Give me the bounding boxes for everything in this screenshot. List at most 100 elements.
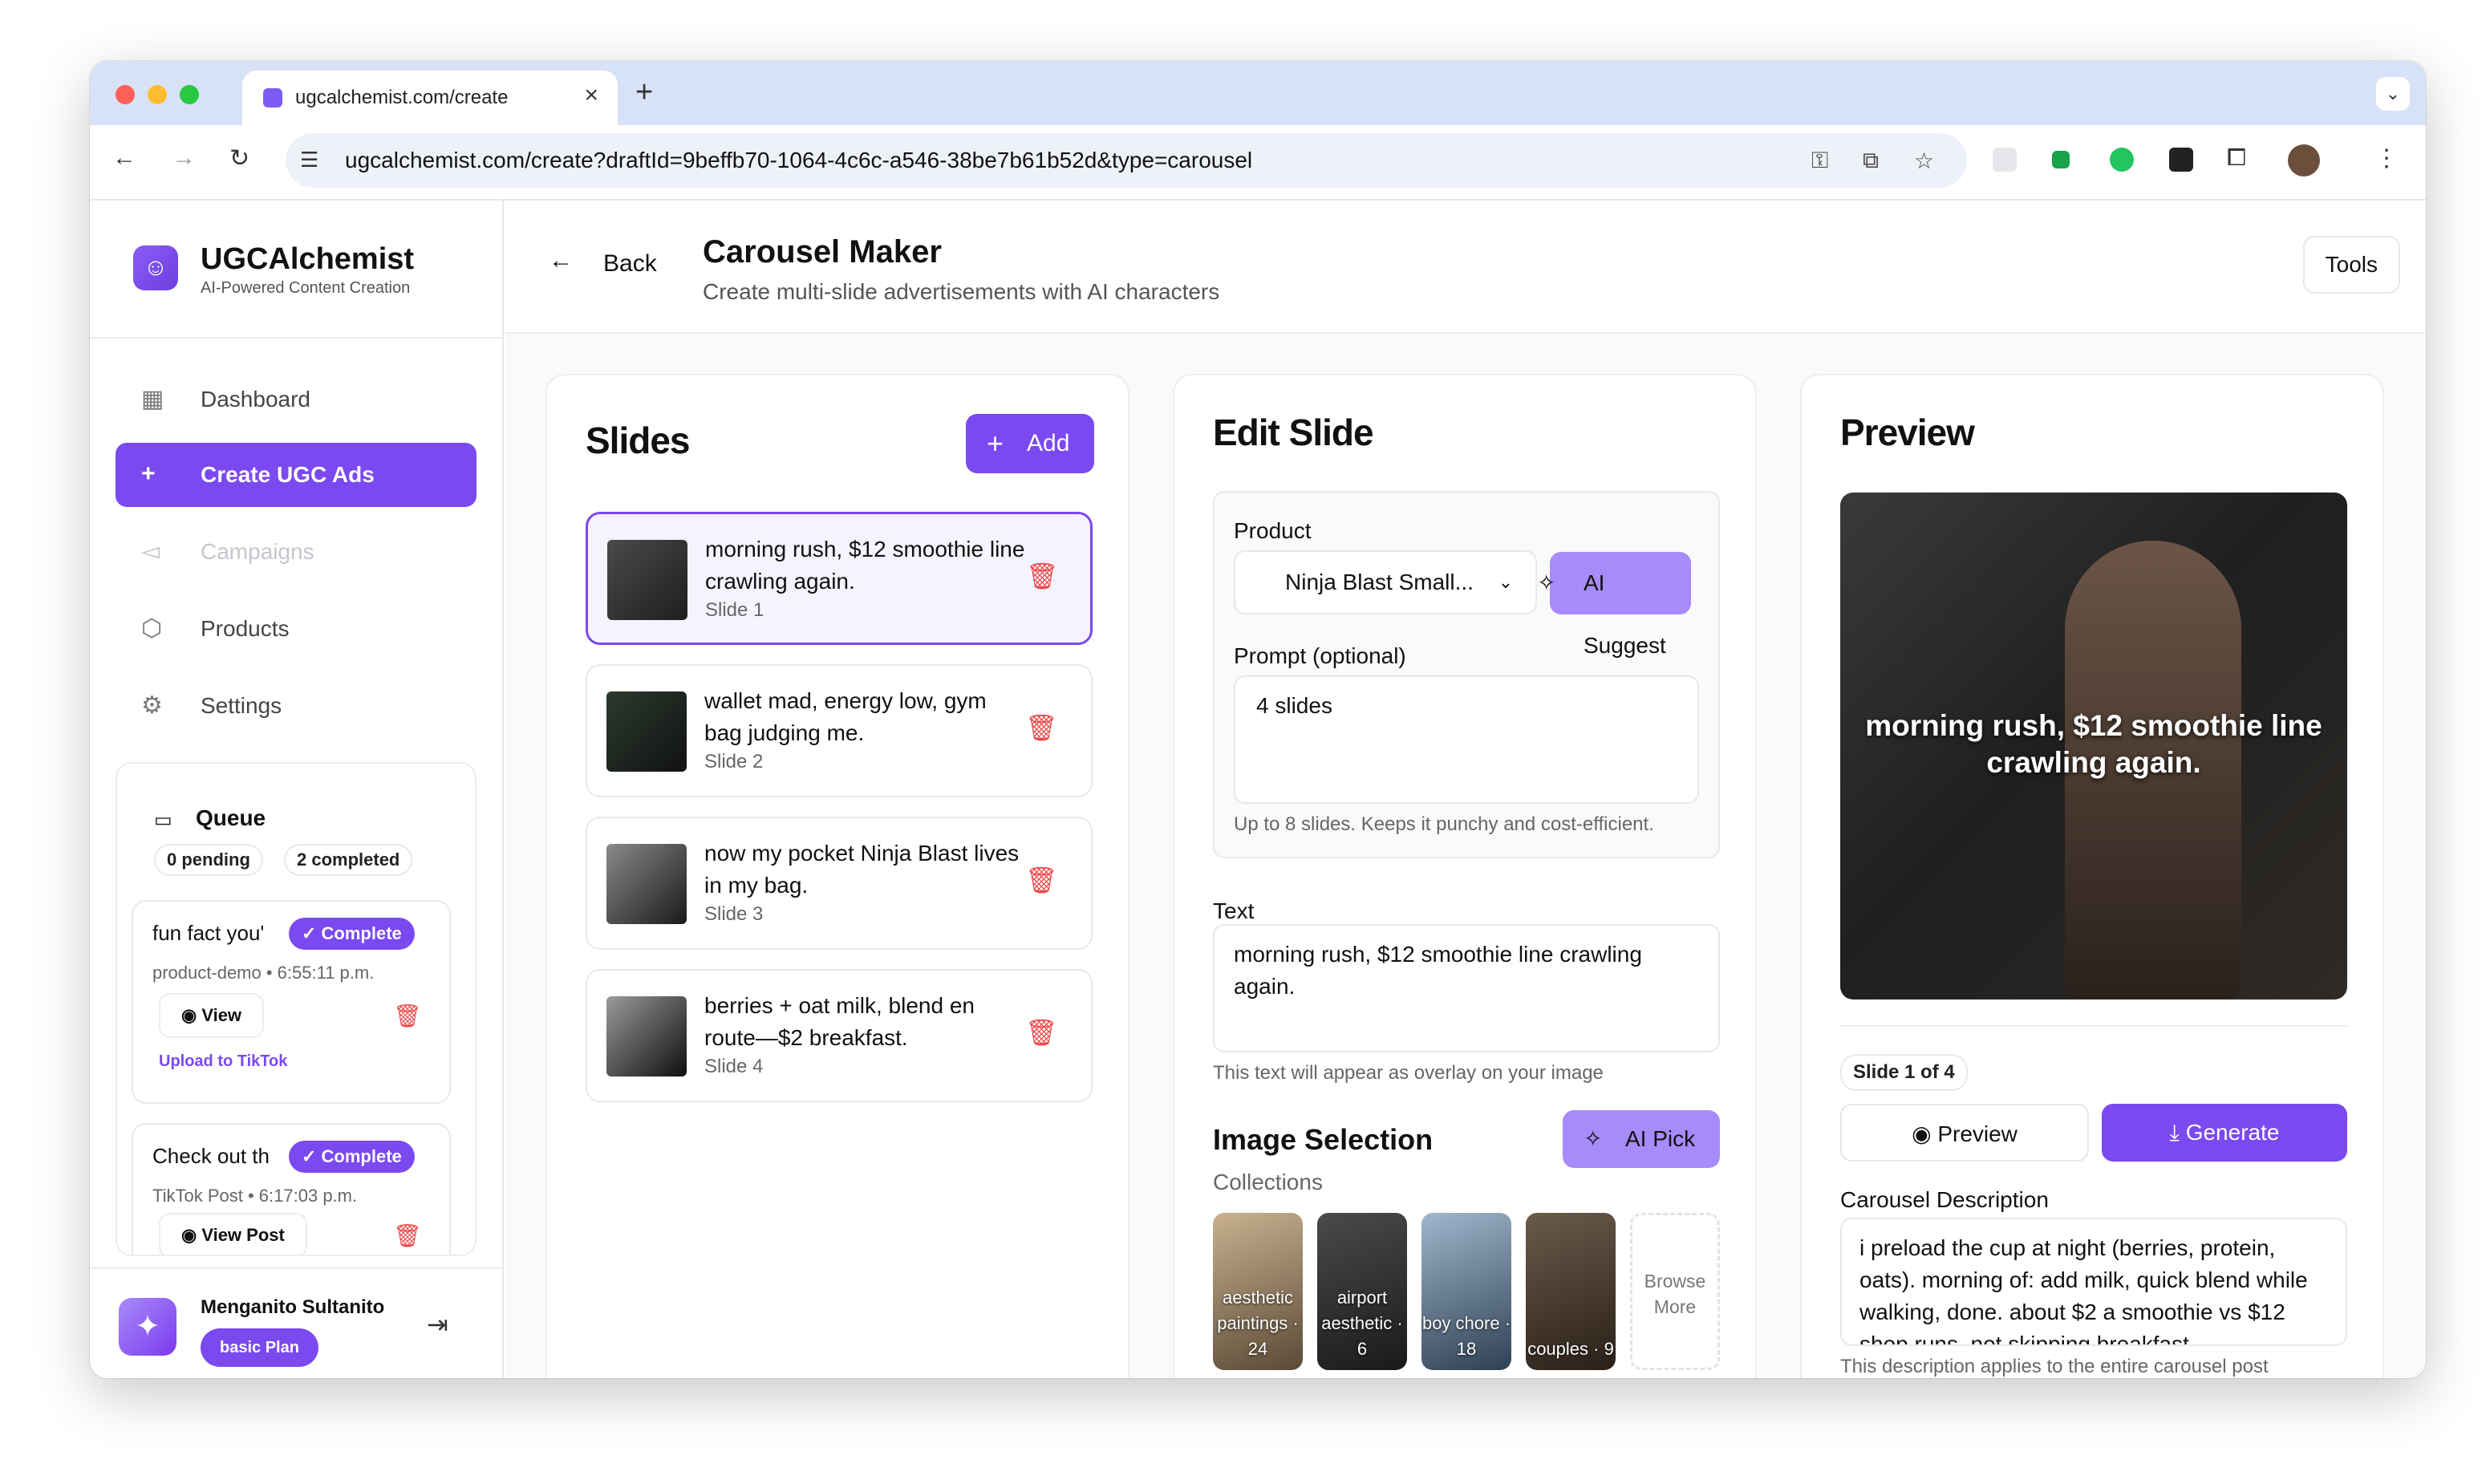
sidebar-item-products[interactable]: ⬡ Products — [116, 597, 477, 661]
bookmark-star-icon[interactable]: ☆ — [1914, 148, 1934, 174]
slide-item[interactable]: now my pocket Ninja Blast lives in my ba… — [586, 817, 1093, 950]
translate-icon[interactable]: ⧉ — [1863, 148, 1879, 174]
slide-thumbnail — [606, 691, 687, 772]
extension-code-icon[interactable] — [1993, 148, 2017, 172]
text-help: This text will appear as overlay on your… — [1213, 1062, 1604, 1084]
status-badge: ✓ Complete — [289, 1141, 415, 1173]
user-name: Menganito Sultanito — [201, 1296, 385, 1318]
close-window-button[interactable] — [116, 85, 135, 104]
back-arrow-icon[interactable]: ← — [549, 247, 573, 274]
tab-search-icon[interactable]: ⌄ — [2376, 77, 2410, 111]
back-arrow-icon[interactable]: ← — [112, 144, 136, 172]
slide-item[interactable]: wallet mad, energy low, gym bag judging … — [586, 664, 1093, 797]
trash-icon[interactable]: 🗑 — [1026, 561, 1059, 591]
collection-tile[interactable]: boy chore · 18 — [1421, 1213, 1511, 1370]
collection-tile[interactable]: couples · 9 — [1526, 1213, 1616, 1370]
overlay-text-textarea[interactable]: morning rush, $12 smoothie line crawling… — [1213, 924, 1720, 1052]
extensions-puzzle-icon[interactable]: ⧠ — [2227, 144, 2246, 172]
sidebar-item-dashboard[interactable]: ▦ Dashboard — [116, 367, 477, 432]
status-badge: ✓ Complete — [289, 918, 415, 950]
sidebar-item-label: Dashboard — [201, 387, 310, 412]
carousel-description-textarea[interactable]: i preload the cup at night (berries, pro… — [1840, 1218, 2347, 1346]
slide-thumbnail — [606, 996, 687, 1077]
slide-text: morning rush, $12 smoothie line crawling… — [705, 537, 1025, 594]
tools-button[interactable]: Tools — [2302, 236, 2400, 294]
ai-pick-button[interactable]: ✧ AI Pick — [1563, 1110, 1720, 1168]
address-bar[interactable]: ☰ ugcalchemist.com/create?draftId=9beffb… — [286, 133, 1967, 188]
url-text: ugcalchemist.com/create?draftId=9beffb70… — [345, 148, 1253, 172]
queue-item: fun fact you' ✓ Complete product-demo • … — [132, 900, 451, 1104]
trash-icon[interactable]: 🗑 — [393, 1222, 422, 1249]
queue-item: Check out th ✓ Complete TikTok Post • 6:… — [132, 1123, 451, 1255]
prompt-textarea[interactable]: 4 slides — [1234, 675, 1699, 804]
tab-bar: ugcalchemist.com/create × + ⌄ — [90, 61, 2426, 125]
video-camera-icon: ▭ — [154, 809, 172, 831]
trash-icon[interactable]: 🗑 — [1025, 1017, 1058, 1048]
sidebar-item-label: Campaigns — [201, 539, 314, 564]
maximize-window-button[interactable] — [180, 85, 199, 104]
view-post-button[interactable]: ◉ View Post — [159, 1213, 307, 1255]
preview-overlay-text: morning rush, $12 smoothie line crawling… — [1865, 709, 2322, 779]
slide-text: berries + oat milk, blend en route—$2 br… — [704, 993, 975, 1050]
minimize-window-button[interactable] — [148, 85, 167, 104]
trash-icon[interactable]: 🗑 — [1025, 712, 1058, 743]
upload-to-tiktok-link[interactable]: Upload to TikTok — [159, 1052, 287, 1071]
profile-avatar[interactable] — [2288, 144, 2320, 176]
description-label: Carousel Description — [1840, 1187, 2049, 1212]
browser-toolbar: ← → ↻ ☰ ugcalchemist.com/create?draftId=… — [90, 125, 2426, 201]
sidebar-item-create-ugc-ads[interactable]: + Create UGC Ads — [116, 443, 477, 507]
queue-item-title: fun fact you' — [152, 921, 265, 945]
key-icon[interactable]: ⚿ — [1811, 148, 1828, 174]
browse-more-button[interactable]: Browse More — [1630, 1213, 1720, 1370]
view-button[interactable]: ◉ View — [159, 993, 265, 1038]
slides-panel: Slides + Add morning rush, $12 smoothie l… — [545, 374, 1129, 1378]
queue-item-meta: product-demo • 6:55:11 p.m. — [152, 963, 375, 983]
slide-item[interactable]: berries + oat milk, blend en route—$2 br… — [586, 969, 1093, 1102]
new-tab-icon[interactable]: + — [635, 75, 653, 110]
collection-tile[interactable]: airport aesthetic · 6 — [1317, 1213, 1407, 1370]
page-title: Carousel Maker — [703, 234, 942, 270]
logout-icon[interactable]: ⇥ — [427, 1309, 448, 1340]
browser-tab[interactable]: ugcalchemist.com/create × — [242, 71, 618, 125]
trash-icon[interactable]: 🗑 — [393, 1003, 422, 1029]
close-tab-icon[interactable]: × — [584, 82, 598, 109]
box-icon: ⬡ — [141, 615, 163, 642]
download-icon: ⤓ — [2169, 1120, 2186, 1145]
site-settings-icon[interactable]: ☰ — [300, 148, 318, 172]
extension-cursor-icon[interactable] — [2110, 148, 2134, 172]
forward-arrow-icon[interactable]: → — [172, 144, 196, 172]
add-slide-button[interactable]: + Add — [966, 414, 1094, 473]
sparkle-icon: ✧ — [1584, 1126, 1603, 1151]
preview-button[interactable]: ◉ Preview — [1840, 1104, 2089, 1162]
plus-icon: + — [987, 427, 1004, 460]
page-header: ← Back Carousel Maker Create multi-slide… — [505, 201, 2426, 334]
sidebar-item-campaigns[interactable]: ◅ Campaigns — [116, 520, 477, 584]
collections-label: Collections — [1213, 1170, 1323, 1194]
back-button[interactable]: Back — [603, 250, 657, 278]
plan-badge: basic Plan — [201, 1328, 318, 1367]
product-prompt-card: Product Ninja Blast Small... ⌄ ✧ AI Sugges… — [1213, 491, 1720, 858]
collection-tile[interactable]: aesthetic paintings · 24 — [1213, 1213, 1303, 1370]
preview-divider — [1840, 1025, 2347, 1027]
eye-icon: ◉ — [181, 1225, 202, 1245]
ai-suggest-button[interactable]: ✧ AI Suggest — [1537, 552, 1691, 658]
slide-thumbnail — [607, 540, 687, 620]
sidebar-divider — [90, 337, 502, 339]
slide-item[interactable]: morning rush, $12 smoothie line crawling… — [586, 512, 1093, 645]
check-circle-icon: ✓ — [302, 1146, 322, 1166]
grid-icon: ▦ — [141, 386, 164, 412]
product-select[interactable]: Ninja Blast Small... ⌄ — [1234, 550, 1537, 614]
sidebar-item-settings[interactable]: ⚙ Settings — [116, 674, 477, 738]
extension-qr-icon[interactable] — [2169, 148, 2193, 172]
sidebar: ☺ UGCAlchemist AI-Powered Content Creati… — [90, 201, 504, 1378]
extension-flag-icon[interactable] — [2052, 151, 2070, 168]
generate-button[interactable]: ⤓ Generate — [2102, 1104, 2347, 1162]
slides-title: Slides — [586, 420, 691, 461]
collections-row: aesthetic paintings · 24 airport aesthet… — [1213, 1213, 1726, 1370]
slide-preview-image: morning rush, $12 smoothie line crawling… — [1840, 493, 2347, 999]
browser-menu-icon[interactable]: ⋮ — [2374, 144, 2399, 172]
reload-icon[interactable]: ↻ — [229, 144, 249, 172]
queue-item-meta: TikTok Post • 6:17:03 p.m. — [152, 1186, 358, 1206]
trash-icon[interactable]: 🗑 — [1025, 865, 1058, 895]
slide-text: wallet mad, energy low, gym bag judging … — [704, 688, 987, 745]
